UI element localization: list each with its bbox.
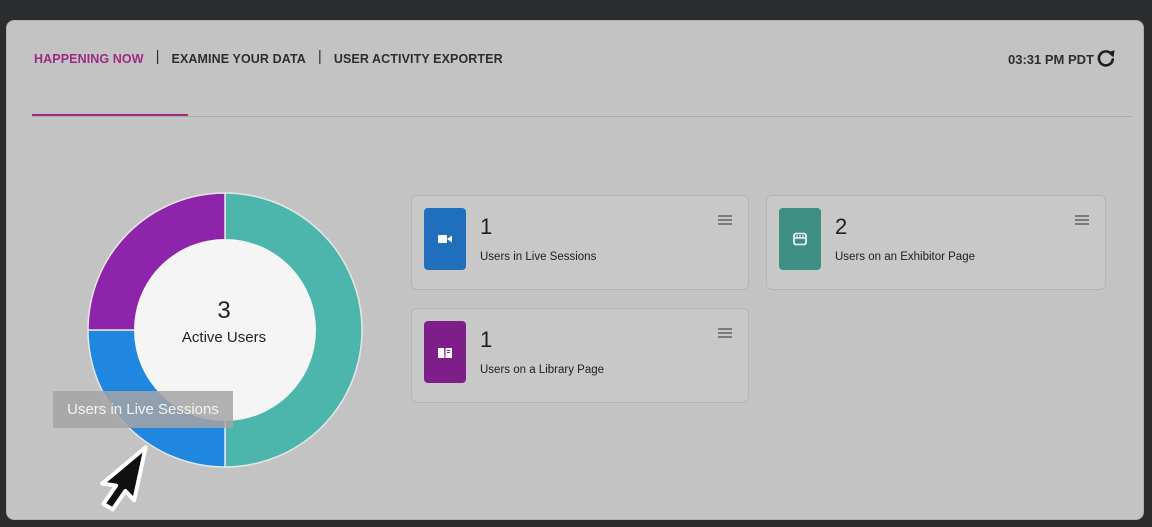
book-icon xyxy=(424,321,466,383)
exhibitor-page-count: 2 xyxy=(835,214,848,239)
video-camera-icon xyxy=(424,208,466,270)
tab-examine-your-data[interactable]: EXAMINE YOUR DATA xyxy=(170,52,308,66)
library-page-label: Users on a Library Page xyxy=(480,364,605,376)
list-icon[interactable] xyxy=(718,215,732,227)
chart-tooltip: Users in Live Sessions xyxy=(53,391,233,428)
stat-card-live-sessions[interactable]: 1 Users in Live Sessions xyxy=(411,195,749,290)
donut-center-label: 3 Active Users xyxy=(134,297,314,346)
refresh-icon[interactable] xyxy=(1096,48,1116,68)
mouse-pointer-icon xyxy=(100,445,148,512)
live-sessions-label: Users in Live Sessions xyxy=(480,251,597,263)
active-users-count: 3 xyxy=(217,297,231,324)
stat-card-exhibitor-page[interactable]: 2 Users on an Exhibitor Page xyxy=(766,195,1106,290)
active-users-label: Active Users xyxy=(181,329,267,346)
tab-happening-now[interactable]: HAPPENING NOW xyxy=(32,52,146,66)
exhibitor-page-label: Users on an Exhibitor Page xyxy=(835,251,975,263)
library-page-count: 1 xyxy=(480,327,493,352)
tab-separator: | xyxy=(155,48,160,65)
tab-user-activity-exporter[interactable]: USER ACTIVITY EXPORTER xyxy=(332,52,505,66)
booth-icon xyxy=(779,208,821,270)
list-icon[interactable] xyxy=(1075,215,1089,227)
stat-card-library-page[interactable]: 1 Users on a Library Page xyxy=(411,308,749,403)
live-sessions-count: 1 xyxy=(480,214,493,239)
current-time: 03:31 PM PDT xyxy=(1008,52,1094,67)
tab-bar: HAPPENING NOW | EXAMINE YOUR DATA | USER… xyxy=(32,48,505,66)
header-divider xyxy=(32,116,1132,117)
list-icon[interactable] xyxy=(718,328,732,340)
tab-separator: | xyxy=(317,48,322,65)
